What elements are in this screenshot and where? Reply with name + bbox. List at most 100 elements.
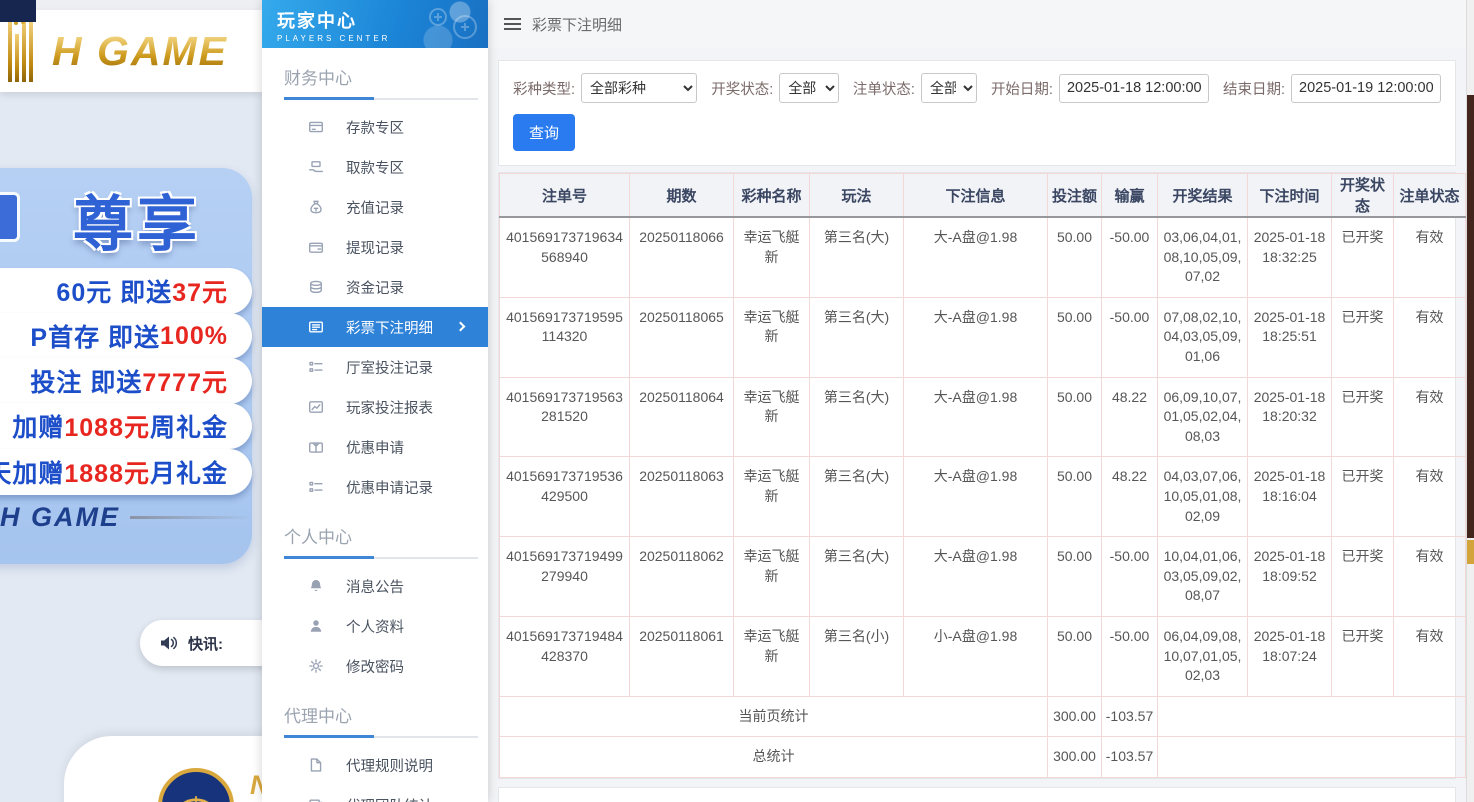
promo-pill: 天加赠1888元月礼金 <box>0 449 252 495</box>
promo-pill: 60元 即送 37元 <box>0 268 252 314</box>
table-cell: 50.00 <box>1047 296 1102 378</box>
table-row: 401569173719595114320 20250118065 幸运飞艇新 第三名… <box>499 296 1466 378</box>
table-cell: 第三名(大) <box>809 376 904 458</box>
sidebar-item-label: 存款专区 <box>346 120 404 137</box>
summary-bet-amount: 300.00 <box>1047 695 1102 738</box>
sidebar-item-promo-apply[interactable]: 优惠申请 <box>262 427 488 467</box>
summary-label: 当前页统计 <box>499 695 1048 738</box>
hamburger-menu-icon[interactable] <box>504 18 521 30</box>
sidebar-header: 玩家中心 PLAYERS CENTER <box>262 0 488 48</box>
section-divider <box>284 556 478 559</box>
hand-icon <box>309 161 323 173</box>
section-divider <box>284 97 478 100</box>
table-cell: 2025-01-18 18:09:52 <box>1247 536 1332 617</box>
filter-panel: 彩种类型: 全部彩种 开奖状态: 全部 注单状态: 全部 开始日期: 结束日期: <box>498 60 1456 166</box>
sidebar-item-agent-rules[interactable]: 代理规则说明 <box>262 745 488 785</box>
start-date-input[interactable] <box>1058 73 1209 103</box>
table-cell: 20250118064 <box>629 376 734 458</box>
search-button[interactable]: 查询 <box>513 114 576 151</box>
table-cell: 07,08,02,10,04,03,05,09,01,06 <box>1157 296 1248 378</box>
column-header: 开奖结果 <box>1157 173 1248 218</box>
sidebar-item-label: 取款专区 <box>346 160 404 177</box>
pagination-bar: 每页显示20条 共6条 首页 上一页 [1] 下一页 第 页 跳转 <box>498 786 1456 802</box>
order-status-label: 注单状态: <box>852 81 915 98</box>
sidebar-item-deposit-zone[interactable]: 存款专区 <box>262 107 488 147</box>
table-row: 401569173719634568940 20250118066 幸运飞艇新 第三名… <box>499 216 1466 298</box>
sidebar-item-player-bet-report[interactable]: 玩家投注报表 <box>262 387 488 427</box>
list-icon <box>309 481 323 493</box>
end-date-input[interactable] <box>1291 73 1441 103</box>
table-cell: 已开奖 <box>1331 536 1394 617</box>
page-title: 彩票下注明细 <box>532 16 623 34</box>
corner-decor <box>0 0 36 22</box>
table-cell: -50.00 <box>1101 536 1158 617</box>
column-header: 下注时间 <box>1247 173 1332 218</box>
table-cell: 已开奖 <box>1331 615 1394 697</box>
table-row: 401569173719536429500 20250118063 幸运飞艇新 第三名… <box>499 456 1466 538</box>
sidebar-item-label: 提现记录 <box>346 240 404 257</box>
table-cell: -50.00 <box>1101 216 1158 298</box>
table-header-row: 注单号 期数 彩种名称 玩法 下注信息 投注额 输赢 开奖结果 下注时间 开奖状态 注单状态 <box>499 173 1466 218</box>
summary-bet-amount: 300.00 <box>1047 736 1102 778</box>
chevron-right-icon <box>455 321 466 332</box>
table-cell: 50.00 <box>1047 615 1102 697</box>
scrollbar-track[interactable] <box>1466 0 1474 802</box>
table-cell: 有效 <box>1393 296 1466 378</box>
ticker-label: 快讯: <box>188 635 223 653</box>
sidebar-item-withdraw-records[interactable]: 提现记录 <box>262 227 488 267</box>
bell-icon <box>310 580 322 592</box>
table-cell: 20250118062 <box>629 536 734 617</box>
speaker-icon <box>161 636 178 650</box>
start-date-label: 开始日期: <box>990 81 1053 98</box>
table-cell: 大-A盘@1.98 <box>903 536 1048 617</box>
table-cell: 50.00 <box>1047 376 1102 458</box>
table-row: 401569173719563281520 20250118064 幸运飞艇新 第三名… <box>499 376 1466 458</box>
sidebar-item-label: 代理规则说明 <box>346 758 433 775</box>
table-cell: 大-A盘@1.98 <box>903 296 1048 378</box>
gamepad-icon <box>429 8 477 39</box>
app-window: H GAME 尊享 60元 即送 37元 P首存 即送 100% 投注 即送 7777元加… <box>0 0 1474 802</box>
draw-status-select[interactable]: 全部 <box>779 73 839 103</box>
sidebar-item-label: 玩家投注报表 <box>346 400 433 417</box>
section-divider <box>284 735 478 738</box>
order-status-select[interactable]: 全部 <box>920 73 977 103</box>
promo-brand-text: H GAME <box>0 502 120 532</box>
table-cell: 已开奖 <box>1331 456 1394 538</box>
sidebar-item-hall-bet-records[interactable]: 厅室投注记录 <box>262 347 488 387</box>
scrollbar-thumb[interactable] <box>1467 95 1474 538</box>
doc-icon <box>310 758 322 772</box>
table-cell: 401569173719595114320 <box>499 296 630 378</box>
table-cell: 48.22 <box>1101 456 1158 538</box>
table-cell: 401569173719634568940 <box>499 216 630 298</box>
lottery-type-select[interactable]: 全部彩种 <box>581 73 698 103</box>
table-cell: -50.00 <box>1101 615 1158 697</box>
table-cell: 第三名(大) <box>809 296 904 378</box>
sidebar-item-promo-apply-records[interactable]: 优惠申请记录 <box>262 467 488 507</box>
sidebar-item-fund-records[interactable]: 资金记录 <box>262 267 488 307</box>
promo-brand-line: H GAME <box>0 502 252 533</box>
sidebar-item-label: 资金记录 <box>346 280 404 297</box>
sidebar-item-change-password[interactable]: 修改密码 <box>262 646 488 686</box>
table-cell: -50.00 <box>1101 296 1158 378</box>
logo-mark-icon <box>8 12 40 82</box>
column-header: 玩法 <box>809 173 904 218</box>
sidebar-item-lottery-bet-details[interactable]: 彩票下注明细 <box>262 307 488 347</box>
table-cell: 第三名(大) <box>809 536 904 617</box>
top-strip <box>0 0 262 10</box>
sidebar-item-agent-team-stats[interactable]: 代理团队统计 <box>262 785 488 802</box>
news-icon <box>309 799 323 802</box>
table-cell: 04,03,07,06,10,05,01,08,02,09 <box>1157 456 1248 538</box>
sidebar-item-withdraw-zone[interactable]: 取款专区 <box>262 147 488 187</box>
table-cell: 50.00 <box>1047 536 1102 617</box>
sidebar-item-label: 优惠申请记录 <box>346 480 433 497</box>
sidebar-item-recharge-records[interactable]: 充值记录 <box>262 187 488 227</box>
table-cell: 06,09,10,07,01,05,02,04,08,03 <box>1157 376 1248 458</box>
sidebar-item-profile[interactable]: 个人资料 <box>262 606 488 646</box>
promo-pill: 投注 即送 7777元 <box>0 358 252 404</box>
table-cell: 幸运飞艇新 <box>733 615 810 697</box>
sidebar-item-messages[interactable]: 消息公告 <box>262 566 488 606</box>
bet-table-panel: 注单号 期数 彩种名称 玩法 下注信息 投注额 输赢 开奖结果 下注时间 开奖状态 注单状态 401… <box>498 172 1466 779</box>
table-cell: 幸运飞艇新 <box>733 216 810 298</box>
promo-pill: P首存 即送 100% <box>0 313 252 359</box>
person-icon <box>310 620 322 632</box>
